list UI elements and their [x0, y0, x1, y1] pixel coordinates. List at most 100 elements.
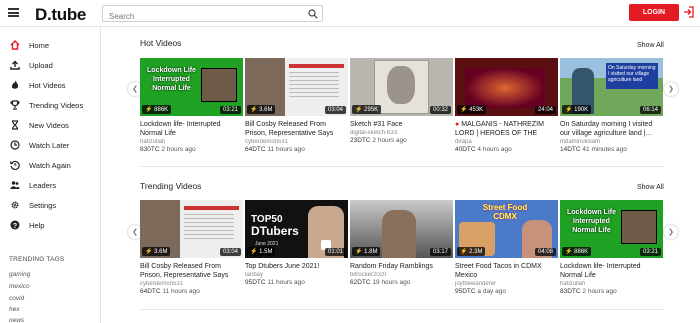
video-thumbnail[interactable]: ⚡ 3.6M 03:04 — [245, 58, 348, 116]
hourglass-icon — [10, 120, 20, 130]
video-thumbnail[interactable]: Lockdown Life Interrupted Normal Life ⚡ … — [140, 58, 243, 116]
trending-tags-title: TRENDING TAGS — [9, 256, 65, 263]
video-meta: 23DTC 2 hours ago — [350, 137, 407, 144]
history-icon — [10, 160, 20, 170]
video-author[interactable]: hafizullah — [560, 281, 663, 287]
video-title[interactable]: Lockdown life- Interrupted Normal Life — [140, 120, 243, 138]
duration-badge: 03:04 — [324, 106, 346, 114]
svg-text:?: ? — [13, 223, 17, 230]
video-title[interactable]: On Saturday morning I visited our villag… — [560, 120, 663, 138]
sidebar-item-watch-later[interactable]: Watch Later — [0, 136, 100, 154]
sidebar-item-hot-videos[interactable]: Hot Videos — [0, 76, 100, 94]
duration-badge: 03:21 — [639, 248, 661, 256]
video-card[interactable]: Lockdown Life Interrupted Normal Life ⚡ … — [140, 58, 243, 153]
video-card[interactable]: TOP50 DTubers June 2021 ⚡ 1.5M 01:01 Top… — [245, 200, 348, 286]
video-author[interactable]: cyberdemon531 — [245, 139, 348, 145]
sidebar-item-home[interactable]: Home — [0, 36, 100, 54]
sidebar-item-label: Home — [29, 40, 50, 50]
video-author[interactable]: joythewanderer — [455, 281, 558, 287]
video-thumbnail[interactable]: ⚡ 453K 24:04 — [455, 58, 558, 116]
video-meta: 62DTC 19 hours ago — [350, 279, 411, 286]
video-thumbnail[interactable]: ⚡ 295K 00:32 — [350, 58, 453, 116]
login-button[interactable]: LOGIN — [629, 4, 679, 21]
users-icon — [10, 180, 20, 190]
video-card[interactable]: ⚡ 3.6M 03:04 Bill Cosby Released From Pr… — [245, 58, 348, 153]
video-thumbnail[interactable]: Lockdown Life Interrupted Normal Life ⚡ … — [560, 200, 663, 258]
video-card[interactable]: ⚡ 3.6M 03:04 Bill Cosby Released From Pr… — [140, 200, 243, 295]
sidebar-item-label: New Videos — [29, 120, 69, 130]
video-meta: 14DTC 41 minutes ago — [560, 146, 627, 153]
video-card[interactable]: ⚡ 453K 24:04 ● MALGANIS - NATHREZIM LORD… — [455, 58, 558, 153]
tag-link[interactable]: gaming — [9, 271, 30, 278]
video-title[interactable]: ● MALGANIS - NATHREZIM LORD | HEROES OF … — [455, 120, 558, 138]
video-title[interactable]: Top Dtubers June 2021! — [245, 262, 348, 271]
video-thumbnail[interactable]: TOP50 DTubers June 2021 ⚡ 1.5M 01:01 — [245, 200, 348, 258]
sign-in-icon[interactable] — [683, 6, 694, 18]
sidebar-item-label: Watch Later — [29, 140, 70, 150]
tag-link[interactable]: news — [9, 317, 24, 323]
value-badge: ⚡ 886K — [142, 105, 172, 114]
search-box — [102, 5, 323, 24]
video-thumbnail[interactable]: On Saturday morning I visited our villag… — [560, 58, 663, 116]
sidebar-item-upload[interactable]: Upload — [0, 56, 100, 74]
search-input[interactable] — [103, 9, 298, 24]
video-author[interactable]: mdaminulislam — [560, 139, 663, 145]
video-thumbnail[interactable]: ⚡ 1.8M 03:17 — [350, 200, 453, 258]
video-title[interactable]: Bill Cosby Released From Prison, Represe… — [245, 120, 348, 138]
duration-badge: 03:17 — [429, 248, 451, 256]
duration-badge: 03:04 — [219, 248, 241, 256]
sidebar-item-watch-again[interactable]: Watch Again — [0, 156, 100, 174]
tag-link[interactable]: hex — [9, 306, 19, 313]
video-card[interactable]: On Saturday morning I visited our villag… — [560, 58, 663, 153]
home-icon — [10, 40, 20, 50]
video-thumbnail[interactable]: ⚡ 3.6M 03:04 — [140, 200, 243, 258]
sidebar-item-leaders[interactable]: Leaders — [0, 176, 100, 194]
video-meta: 830TC 2 hours ago — [140, 146, 196, 153]
sidebar-item-label: Trending Videos — [29, 100, 84, 110]
video-title[interactable]: Street Food Tacos in CDMX Mexico — [455, 262, 558, 280]
clock-icon — [10, 140, 20, 150]
live-dot-icon: ● — [455, 121, 460, 128]
sidebar-item-new-videos[interactable]: New Videos — [0, 116, 100, 134]
video-card[interactable]: Lockdown Life Interrupted Normal Life ⚡ … — [560, 200, 663, 295]
video-title[interactable]: Random Friday Ramblings — [350, 262, 453, 271]
thumbnail-caption: On Saturday morning I visited our villag… — [606, 63, 658, 89]
value-badge: ⚡ 886K — [562, 247, 592, 256]
sidebar-item-label: Hot Videos — [29, 80, 66, 90]
video-author[interactable]: hafizullah — [140, 139, 243, 145]
video-author[interactable]: tanbay — [245, 272, 348, 278]
search-icon[interactable] — [308, 9, 318, 19]
video-author[interactable]: dirapa — [455, 139, 558, 145]
sidebar-item-trending-videos[interactable]: Trending Videos — [0, 96, 100, 114]
trending-videos-title: Trending Videos — [140, 181, 202, 191]
video-card[interactable]: ⚡ 1.8M 03:17 Random Friday Ramblings bit… — [350, 200, 453, 286]
value-badge: ⚡ 1.5M — [247, 247, 276, 256]
video-title[interactable]: Bill Cosby Released From Prison, Represe… — [140, 262, 243, 280]
sidebar-item-help[interactable]: ? Help — [0, 216, 100, 234]
hot-show-all-link[interactable]: Show All — [637, 42, 664, 49]
duration-badge: 01:01 — [324, 248, 346, 256]
video-author[interactable]: cyberdemon531 — [140, 281, 243, 287]
tag-link[interactable]: mexico — [9, 283, 30, 290]
logo[interactable]: D.tube — [35, 5, 86, 25]
video-title[interactable]: Sketch #31 Face — [350, 120, 453, 129]
duration-badge: 00:32 — [429, 106, 451, 114]
video-author[interactable]: digital-sketch-b33 — [350, 130, 453, 136]
sidebar-item-settings[interactable]: Settings — [0, 196, 100, 214]
help-icon: ? — [10, 220, 20, 230]
video-author[interactable]: bitrocker2020 — [350, 272, 453, 278]
menu-icon[interactable] — [8, 8, 19, 17]
tag-link[interactable]: covid — [9, 295, 24, 302]
trending-next-arrow[interactable]: ❯ — [664, 225, 678, 239]
value-badge: ⚡ 295K — [352, 105, 382, 114]
hot-next-arrow[interactable]: ❯ — [664, 82, 678, 96]
thumbnail-caption: Street Food CDMX — [482, 203, 528, 221]
trending-show-all-link[interactable]: Show All — [637, 184, 664, 191]
video-meta: 64DTC 11 hours ago — [245, 146, 305, 153]
sidebar-item-label: Settings — [29, 200, 57, 210]
video-thumbnail[interactable]: Street Food CDMX ⚡ 2.3M 04:08 — [455, 200, 558, 258]
video-card[interactable]: ⚡ 295K 00:32 Sketch #31 Face digital-ske… — [350, 58, 453, 144]
video-title[interactable]: Lockdown life- Interrupted Normal Life — [560, 262, 663, 280]
chevron-left-icon: ❮ — [132, 229, 138, 236]
video-card[interactable]: Street Food CDMX ⚡ 2.3M 04:08 Street Foo… — [455, 200, 558, 295]
